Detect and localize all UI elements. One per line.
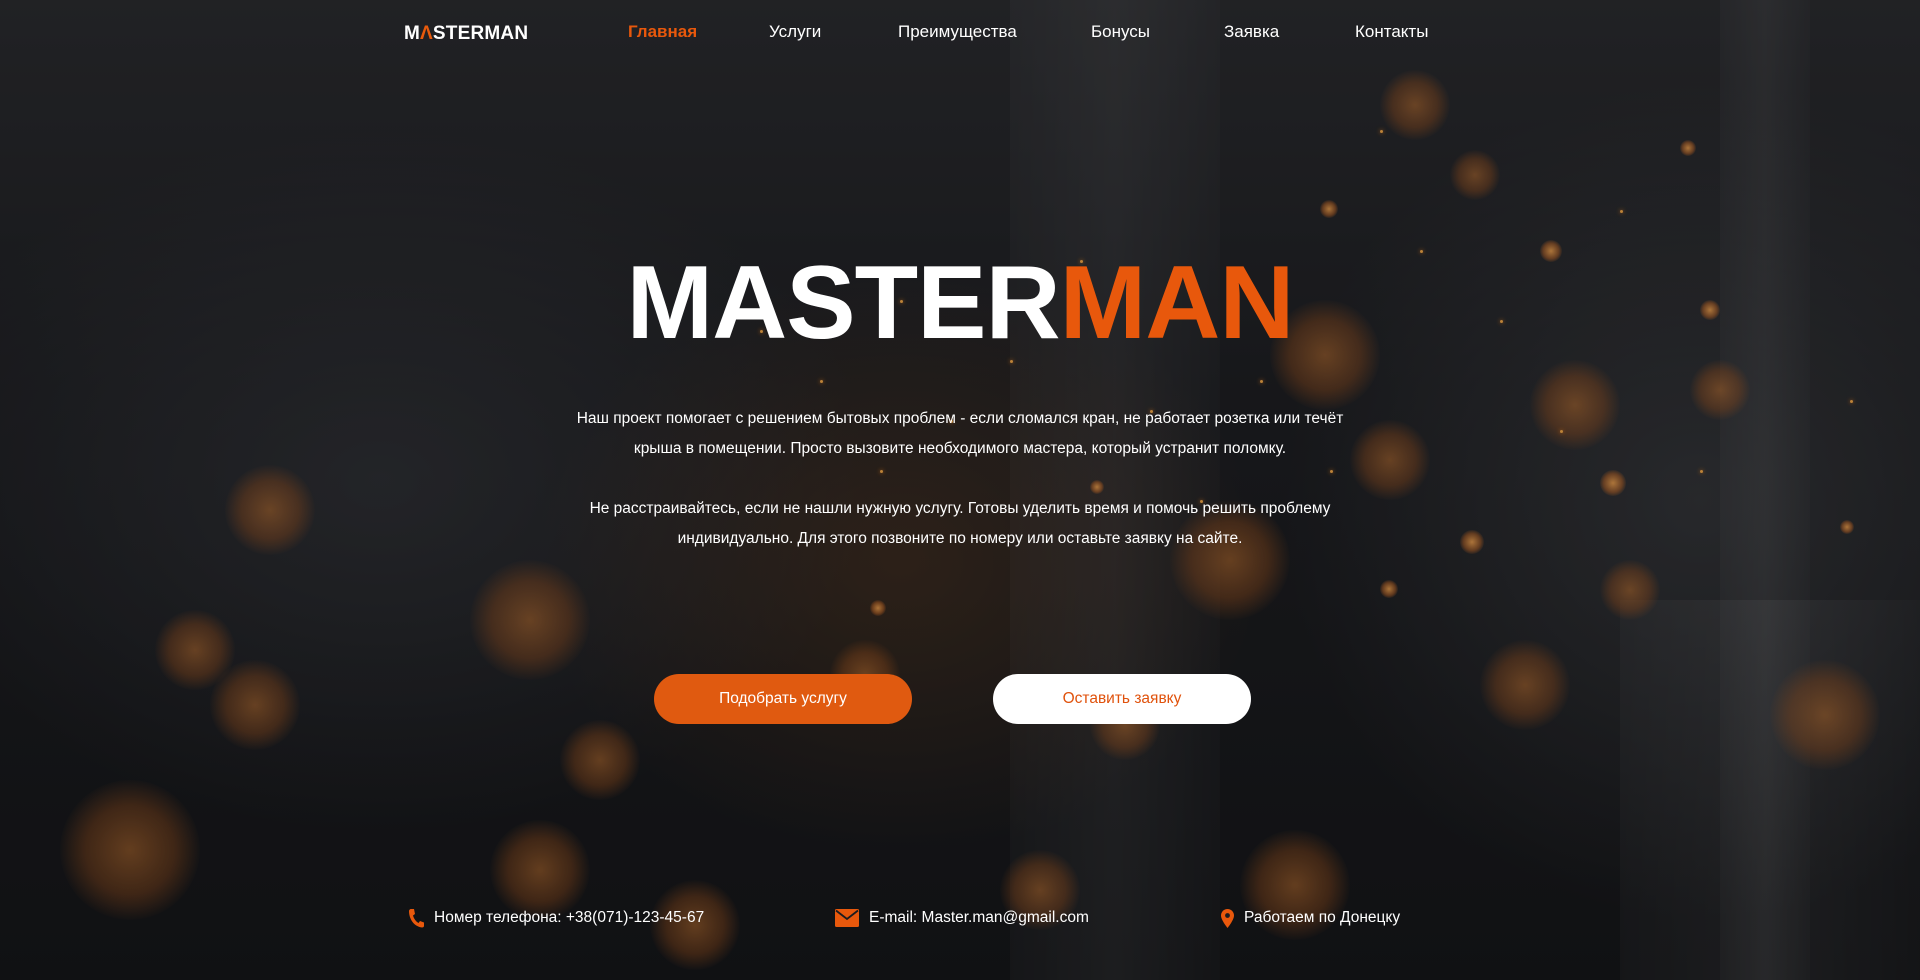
- hero-description-1: Наш проект помогает с решением бытовых п…: [460, 404, 1460, 464]
- nav-item-request[interactable]: Заявка: [1224, 22, 1279, 42]
- site-header: M Λ STERMAN Главная Услуги Преимущества …: [0, 0, 1920, 68]
- location-pin-icon: [1221, 908, 1234, 928]
- hero-title-orange: MAN: [1059, 245, 1295, 361]
- contact-email[interactable]: E-mail: Master.man@gmail.com: [835, 907, 1089, 929]
- site-logo[interactable]: M Λ STERMAN: [404, 22, 528, 46]
- contact-phone-text: Номер телефона: +38(071)-123-45-67: [434, 909, 705, 926]
- logo-mark: Λ: [420, 23, 433, 44]
- nav-item-bonuses[interactable]: Бонусы: [1091, 22, 1150, 42]
- nav-item-services[interactable]: Услуги: [769, 22, 821, 42]
- hero-description-2-line-1: Не расстраивайтесь, если не нашли нужную…: [589, 500, 1331, 517]
- hero-title: MASTERMAN: [0, 248, 1920, 358]
- hero-description-1-line-1: Наш проект помогает с решением бытовых п…: [576, 410, 1344, 427]
- contact-phone[interactable]: Номер телефона: +38(071)-123-45-67: [408, 907, 704, 929]
- nav-item-advantages[interactable]: Преимущества: [898, 22, 1017, 42]
- leave-request-button[interactable]: Оставить заявку: [993, 674, 1251, 724]
- hero-description-1-line-2: крыша в помещении. Просто вызовите необх…: [633, 440, 1287, 457]
- contact-location: Работаем по Донецку: [1221, 907, 1400, 929]
- phone-icon: [409, 909, 424, 928]
- logo-text-end: STERMAN: [432, 23, 529, 44]
- background-overlay: [0, 0, 1920, 980]
- contact-email-text: E-mail: Master.man@gmail.com: [869, 909, 1089, 926]
- contact-location-text: Работаем по Донецку: [1244, 909, 1401, 926]
- hero-description-2-line-2: индивидуально. Для этого позвоните по но…: [677, 530, 1243, 547]
- nav-item-contacts[interactable]: Контакты: [1355, 22, 1428, 42]
- mail-icon: [835, 909, 859, 927]
- hero-title-white: MASTER: [626, 245, 1061, 361]
- hero-background: [0, 0, 1920, 980]
- hero-description-2: Не расстраивайтесь, если не нашли нужную…: [460, 494, 1460, 554]
- logo-text-start: M: [404, 23, 421, 44]
- choose-service-button[interactable]: Подобрать услугу: [654, 674, 912, 724]
- nav-item-home[interactable]: Главная: [628, 22, 697, 42]
